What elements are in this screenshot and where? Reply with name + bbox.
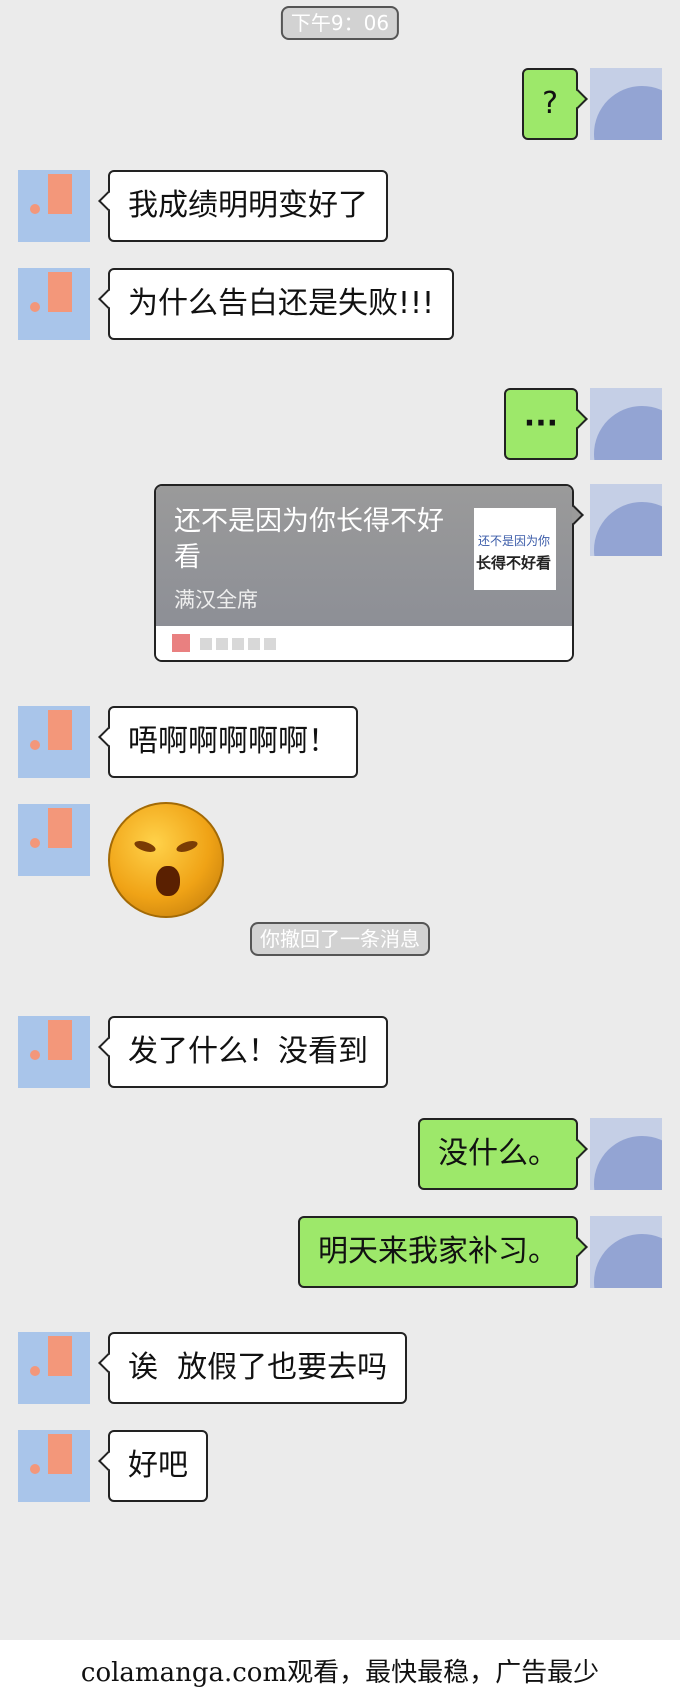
blurred-app-name-icon: [264, 638, 276, 650]
message-bubble-out[interactable]: 明天来我家补习。: [298, 1216, 578, 1288]
blurred-app-name-icon: [232, 638, 244, 650]
my-avatar[interactable]: [590, 1118, 662, 1190]
friend-avatar[interactable]: [18, 268, 90, 340]
message-bubble-out[interactable]: ···: [503, 388, 578, 460]
friend-avatar[interactable]: [18, 1332, 90, 1404]
link-card-title: 还不是因为你长得不好看: [174, 506, 444, 573]
link-card-source: 满汉全席: [174, 588, 258, 612]
link-card-thumbnail: 还不是因为你 长得不好看: [474, 508, 556, 590]
watermark-text: colamanga.com观看，最快最稳，广告最少: [80, 1658, 600, 1688]
link-card-footer: [156, 626, 572, 660]
message-bubble-in[interactable]: 发了什么！没看到: [108, 1016, 388, 1088]
message-bubble-out[interactable]: ?: [522, 68, 578, 140]
friend-avatar[interactable]: [18, 706, 90, 778]
friend-avatar[interactable]: [18, 1430, 90, 1502]
message-bubble-in[interactable]: 诶 放假了也要去吗: [108, 1332, 408, 1404]
shared-link-card[interactable]: 还不是因为你长得不好看 满汉全席 还不是因为你 长得不好看: [154, 484, 574, 662]
thumbnail-caption-line2: 长得不好看: [476, 554, 552, 572]
blurred-app-name-icon: [216, 638, 228, 650]
my-avatar[interactable]: [590, 68, 662, 140]
friend-avatar[interactable]: [18, 804, 90, 876]
my-avatar[interactable]: [590, 1216, 662, 1288]
watermark-footer: colamanga.com观看，最快最稳，广告最少: [0, 1640, 680, 1702]
screaming-face-sticker-icon[interactable]: [108, 802, 224, 918]
my-avatar[interactable]: [590, 388, 662, 460]
message-bubble-out[interactable]: 没什么。: [418, 1118, 578, 1190]
message-bubble-in[interactable]: 我成绩明明变好了: [108, 170, 388, 242]
app-icon: [172, 634, 190, 652]
my-avatar[interactable]: [590, 484, 662, 556]
recall-notice: 你撤回了一条消息: [250, 922, 430, 956]
link-card-header: 还不是因为你长得不好看 满汉全席 还不是因为你 长得不好看: [156, 486, 572, 626]
friend-avatar[interactable]: [18, 170, 90, 242]
blurred-app-name-icon: [248, 638, 260, 650]
friend-avatar[interactable]: [18, 1016, 90, 1088]
message-bubble-in[interactable]: 好吧: [108, 1430, 208, 1502]
blurred-app-name-icon: [200, 638, 212, 650]
message-bubble-in[interactable]: 唔啊啊啊啊啊！: [108, 706, 358, 778]
thumbnail-caption-line1: 还不是因为你: [478, 534, 551, 548]
message-bubble-in[interactable]: 为什么告白还是失败!!!: [108, 268, 455, 340]
timestamp: 下午9：06: [280, 6, 400, 40]
